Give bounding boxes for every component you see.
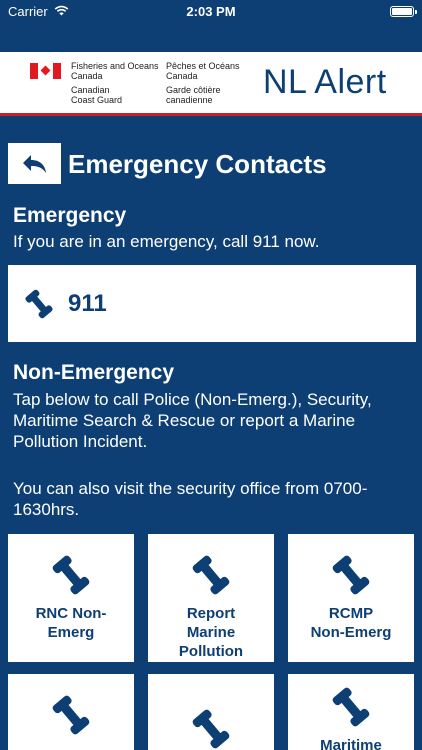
phone-icon <box>25 289 53 318</box>
dfo-english-wordmark: Fisheries and Oceans Canada <box>71 61 159 81</box>
canada-flag-icon <box>30 63 61 79</box>
contact-tile[interactable] <box>148 674 274 750</box>
security-office-note: You can also visit the security office f… <box>13 479 368 519</box>
phone-icon <box>332 555 370 595</box>
tile-label: Maritime <box>320 737 382 750</box>
tile-label: RCMP Non-Emerg <box>310 605 392 641</box>
battery-icon <box>390 5 417 17</box>
status-time: 2:03 PM <box>186 3 236 19</box>
page-title: Emergency Contacts <box>68 149 327 179</box>
app-title: NL Alert <box>263 63 387 101</box>
ccg-french-wordmark: Garde côtière canadienne <box>166 85 221 105</box>
phone-icon <box>192 555 230 595</box>
emergency-number: 911 <box>68 289 107 317</box>
tile-label: Report Marine Pollution <box>178 605 244 660</box>
status-bar: Carrier 2:03 PM <box>0 0 422 22</box>
non-emergency-description: Tap below to call Police (Non-Emerg.), S… <box>13 390 372 451</box>
tile-label: RNC Non- Emerg <box>35 605 107 641</box>
maritime-search-rescue-button[interactable]: Maritime <box>288 674 414 750</box>
phone-icon <box>192 709 230 749</box>
call-rnc-non-emergency-button[interactable]: RNC Non- Emerg <box>8 534 134 662</box>
emergency-heading: Emergency <box>13 204 127 227</box>
phone-icon <box>52 555 90 595</box>
dfo-french-wordmark: Pêches et Océans Canada <box>166 61 240 81</box>
call-rcmp-non-emergency-button[interactable]: RCMP Non-Emerg <box>288 534 414 662</box>
report-marine-pollution-button[interactable]: Report Marine Pollution <box>148 534 274 662</box>
government-banner: Fisheries and Oceans Canada Pêches et Océ… <box>0 52 422 116</box>
back-button[interactable] <box>8 143 61 184</box>
ccg-english-wordmark: Canadian Coast Guard <box>71 85 123 105</box>
phone-icon <box>332 687 370 727</box>
non-emergency-heading: Non-Emergency <box>13 361 175 384</box>
contact-tile[interactable] <box>8 674 134 750</box>
phone-icon <box>52 695 90 735</box>
call-911-button[interactable]: 911 <box>8 265 416 342</box>
emergency-description: If you are in an emergency, call 911 now… <box>13 232 320 251</box>
back-arrow-icon <box>22 154 46 173</box>
